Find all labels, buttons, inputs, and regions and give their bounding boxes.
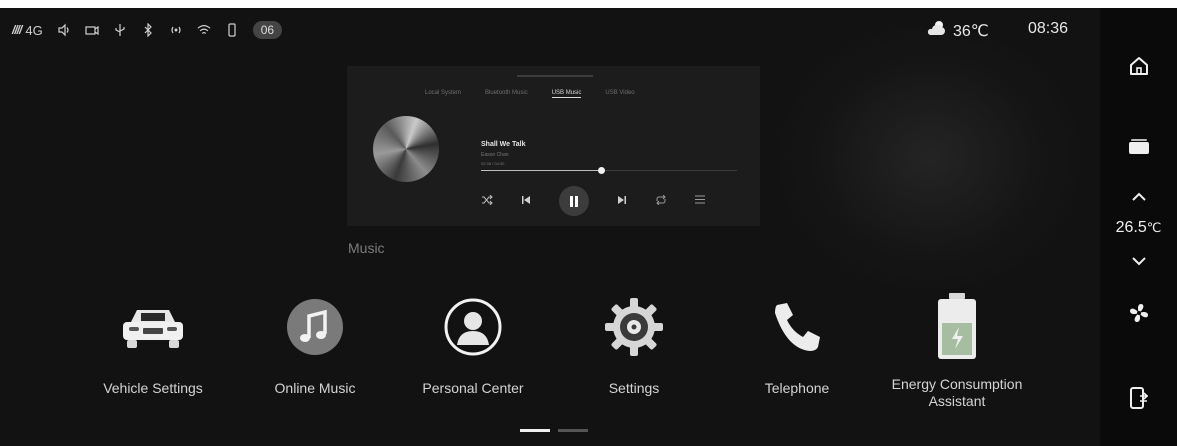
app-vehicle-settings[interactable]: Vehicle Settings <box>78 292 228 397</box>
bluetooth-icon <box>141 23 155 37</box>
playlist-icon[interactable] <box>695 195 705 207</box>
playback-controls <box>481 186 705 216</box>
weather-temperature: 36℃ <box>953 22 989 40</box>
page-dot-active[interactable] <box>520 429 550 432</box>
temperature-value: 26.5 <box>1115 219 1147 236</box>
drag-handle[interactable] <box>517 75 593 77</box>
shuffle-icon[interactable] <box>481 194 493 208</box>
notification-badge: 06 <box>252 21 283 39</box>
tab-usb-video[interactable]: USB Video <box>605 90 634 98</box>
clock: 08:36 <box>1028 20 1069 37</box>
app-label: Vehicle Settings <box>103 380 203 396</box>
network-type: 4G <box>25 22 43 38</box>
tab-local-system[interactable]: Local System <box>425 90 461 98</box>
person-icon <box>438 292 508 362</box>
signal-strength-icon: //// <box>12 23 22 37</box>
music-source-tabs: Local System Bluetooth Music USB Music U… <box>425 90 635 98</box>
artist-name: Eason Chan <box>481 152 509 158</box>
song-title: Shall We Talk <box>481 141 526 148</box>
fan-icon[interactable] <box>1100 300 1177 326</box>
app-personal-center[interactable]: Personal Center <box>398 292 548 397</box>
app-label: Settings <box>608 380 660 396</box>
app-label: Energy Consumption Assistant <box>891 376 1023 409</box>
progress-bar[interactable] <box>481 167 737 174</box>
music-note-icon <box>280 292 350 362</box>
repeat-icon[interactable] <box>655 194 667 208</box>
right-control-bar: 26.5 ℃ <box>1100 8 1177 446</box>
page-dot[interactable] <box>558 429 588 432</box>
camera-icon <box>85 23 99 37</box>
multitask-icon[interactable] <box>1100 132 1177 160</box>
car-icon <box>118 292 188 362</box>
usb-icon <box>113 23 127 37</box>
temp-up-chevron-icon[interactable] <box>1100 188 1177 206</box>
pause-icon[interactable] <box>559 186 589 216</box>
hotspot-icon <box>169 23 183 37</box>
progress-fill <box>481 170 602 171</box>
weather-widget: 36℃ <box>927 20 989 41</box>
status-bar: //// 4G 06 <box>12 18 283 42</box>
app-settings[interactable]: Settings <box>559 292 709 397</box>
home-screen: //// 4G 06 36℃ 08:36 Local System Blueto… <box>0 8 1100 446</box>
app-label: Personal Center <box>422 380 524 396</box>
previous-track-icon[interactable] <box>521 195 531 208</box>
music-widget[interactable]: Local System Bluetooth Music USB Music U… <box>347 66 760 226</box>
tab-usb-music[interactable]: USB Music <box>551 90 582 98</box>
app-online-music[interactable]: Online Music <box>240 292 390 397</box>
music-widget-label: Music <box>348 240 385 256</box>
temperature-readout: 26.5 ℃ <box>1100 216 1177 240</box>
partly-cloudy-icon <box>927 20 947 41</box>
wifi-icon <box>197 23 211 37</box>
album-art <box>373 116 439 182</box>
battery-status-icon <box>225 23 239 37</box>
next-track-icon[interactable] <box>617 195 627 208</box>
phone-icon <box>762 292 832 362</box>
battery-icon <box>922 292 992 362</box>
app-label: Telephone <box>764 380 830 396</box>
tab-bluetooth-music[interactable]: Bluetooth Music <box>485 90 528 98</box>
page-indicator <box>520 429 588 432</box>
phone-transfer-icon[interactable] <box>1100 384 1177 412</box>
progress-thumb[interactable] <box>598 167 606 174</box>
app-label: Online Music <box>274 380 356 396</box>
gear-icon <box>599 292 669 362</box>
temperature-unit: ℃ <box>1146 220 1162 235</box>
app-energy-consumption-assistant[interactable]: Energy Consumption Assistant <box>880 292 1034 410</box>
playback-time: 02:38 / 04:30 <box>481 161 505 166</box>
temp-down-chevron-icon[interactable] <box>1100 252 1177 270</box>
home-icon[interactable] <box>1100 52 1177 80</box>
app-telephone[interactable]: Telephone <box>722 292 872 397</box>
speaker-icon <box>57 23 71 37</box>
